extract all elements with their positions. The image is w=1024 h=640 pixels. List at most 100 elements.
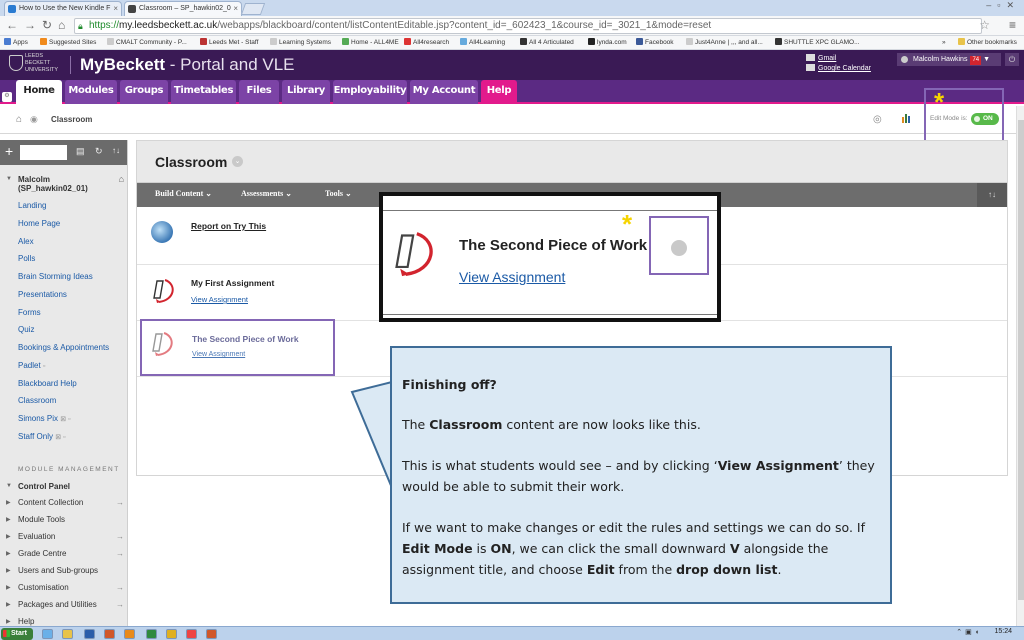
chrome-icon[interactable]: [186, 629, 197, 639]
content-item-title[interactable]: Report on Try This: [191, 221, 266, 231]
bookmark-all4learning[interactable]: All4Learning: [460, 36, 505, 49]
powerpoint-icon[interactable]: [206, 629, 217, 639]
folder-icon[interactable]: [62, 629, 73, 639]
reports-icon[interactable]: [902, 114, 911, 123]
powerpoint-icon[interactable]: [104, 629, 115, 639]
browser-tab-kindle[interactable]: How to Use the New Kindle F ×: [4, 1, 122, 16]
tab-library[interactable]: Library: [282, 80, 330, 104]
add-menu-item-icon[interactable]: +: [5, 143, 13, 159]
bookmark-leedsmet[interactable]: Leeds Met - Staff: [200, 36, 258, 49]
bookmark-all4me[interactable]: Home - ALL4ME: [342, 36, 399, 49]
forward-arrow-icon[interactable]: →: [24, 18, 36, 32]
cp-customisation[interactable]: ▶ Customisation →: [6, 583, 127, 592]
tab-modules[interactable]: Modules: [65, 80, 117, 104]
cp-module-tools[interactable]: ▶ Module Tools: [6, 515, 127, 524]
sidebar-item-home-page[interactable]: Home Page: [18, 219, 60, 228]
sidebar-item-polls[interactable]: Polls: [18, 254, 35, 263]
cp-evaluation[interactable]: ▶ Evaluation →: [6, 532, 127, 541]
vertical-scrollbar[interactable]: [1016, 106, 1024, 626]
cp-packages-utilities[interactable]: ▶ Packages and Utilities →: [6, 600, 127, 609]
window-controls[interactable]: –▫✕: [986, 0, 1020, 11]
home-icon[interactable]: ⌂: [16, 114, 22, 125]
sort-icon[interactable]: ↑↓: [112, 146, 120, 155]
bookmark-shuttle[interactable]: SHUTTLE XPC GLAMO...: [775, 36, 860, 49]
university-logo[interactable]: LEEDS BECKETT UNIVERSITY: [7, 53, 63, 77]
logout-icon[interactable]: ⏻: [1005, 53, 1019, 66]
bookmark-suggested[interactable]: Suggested Sites: [40, 36, 96, 49]
cp-users-subgroups[interactable]: ▶ Users and Sub-groups: [6, 566, 127, 575]
bookmark-star-icon[interactable]: ☆: [979, 18, 990, 32]
word-icon[interactable]: [84, 629, 95, 639]
tools-button[interactable]: Tools ⌄: [325, 189, 352, 198]
tab-help[interactable]: Help: [481, 80, 517, 104]
gear-icon[interactable]: ⚙: [2, 92, 12, 102]
bookmark-lynda[interactable]: lynda.com: [588, 36, 627, 49]
edit-mode-toggle[interactable]: ON: [971, 113, 999, 125]
browser-tab-classroom[interactable]: Classroom – SP_hawkin02_0 ×: [124, 1, 242, 16]
assessments-button[interactable]: Assessments ⌄: [241, 189, 292, 198]
excel-icon[interactable]: [146, 629, 157, 639]
bookmark-other[interactable]: Other bookmarks: [958, 36, 1017, 49]
bookmark-all4research[interactable]: All4research: [404, 36, 449, 49]
sidebar-item-brainstorming[interactable]: Brain Storming Ideas: [18, 272, 93, 281]
user-menu[interactable]: Malcolm Hawkins 74 ▼: [897, 53, 1001, 66]
sidebar-item-classroom[interactable]: Classroom: [18, 396, 56, 405]
sidebar-item-staff-only[interactable]: Staff Only ⊠ ▫: [18, 432, 66, 441]
sort-icon[interactable]: ↑↓: [977, 183, 1007, 207]
start-button[interactable]: Start: [1, 628, 33, 640]
tab-home[interactable]: Home: [16, 80, 62, 104]
refresh-icon[interactable]: ↻: [95, 146, 103, 157]
sidebar-item-padlet[interactable]: Padlet ▫: [18, 361, 45, 370]
folder-view-icon[interactable]: ▤: [76, 146, 85, 157]
bookmark-apps[interactable]: Apps: [4, 36, 28, 49]
sidebar-item-landing[interactable]: Landing: [18, 201, 46, 210]
tab-my-account[interactable]: My Account: [410, 80, 478, 104]
sidebar-item-alex[interactable]: Alex: [18, 237, 34, 246]
eye-icon[interactable]: ◎: [873, 114, 882, 125]
bookmark-just4anne[interactable]: Just4Anne | ,,, and all...: [686, 36, 763, 49]
google-calendar-link[interactable]: Google Calendar: [806, 64, 871, 72]
ie-icon[interactable]: [42, 629, 53, 639]
explorer-icon[interactable]: [166, 629, 177, 639]
control-panel-heading[interactable]: ▼ Control Panel: [6, 482, 127, 491]
tab-employability[interactable]: Employability: [333, 80, 407, 104]
scrollbar-thumb[interactable]: [1018, 120, 1024, 600]
cp-grade-centre[interactable]: ▶ Grade Centre →: [6, 549, 127, 558]
sidebar-item-simons-pix[interactable]: Simons Pix ⊠ ▫: [18, 414, 71, 423]
home-icon[interactable]: ⌂: [58, 18, 65, 32]
tab-groups[interactable]: Groups: [120, 80, 168, 104]
chevron-down-icon[interactable]: ⌄: [232, 156, 243, 167]
tab-timetables[interactable]: Timetables: [171, 80, 236, 104]
sidebar-item-bookings[interactable]: Bookings & Appointments: [18, 343, 109, 352]
outlook-icon[interactable]: [124, 629, 135, 639]
bookmark-all4articulated[interactable]: All 4 Articulated: [520, 36, 574, 49]
breadcrumb-current[interactable]: Classroom: [51, 115, 92, 124]
sidebar-item-quiz[interactable]: Quiz: [18, 325, 34, 334]
bookmark-facebook[interactable]: Facebook: [636, 36, 674, 49]
new-tab-button[interactable]: [240, 3, 266, 15]
close-icon[interactable]: ×: [113, 2, 118, 15]
course-title[interactable]: ▼ Malcolm (SP_hawkin02_01) ⌂: [6, 175, 127, 194]
reload-icon[interactable]: ↻: [42, 18, 52, 32]
bookmark-cmalt[interactable]: CMALT Community - P...: [107, 36, 187, 49]
build-content-button[interactable]: Build Content ⌄: [155, 189, 212, 198]
back-arrow-icon[interactable]: ←: [6, 18, 18, 32]
chevron-down-icon[interactable]: ◉: [30, 114, 38, 125]
browser-menu-icon[interactable]: ≡: [1009, 18, 1016, 32]
home-icon[interactable]: ⌂: [119, 175, 124, 184]
cp-content-collection[interactable]: ▶ Content Collection →: [6, 498, 127, 507]
cp-help[interactable]: ▶ Help: [6, 617, 127, 626]
course-menu-input[interactable]: [20, 145, 67, 160]
system-tray[interactable]: ⌃▣◖: [956, 628, 982, 636]
content-item-title[interactable]: My First Assignment: [191, 278, 274, 288]
view-assignment-link[interactable]: View Assignment: [192, 351, 245, 358]
bookmarks-overflow[interactable]: »: [942, 36, 946, 49]
content-item-title[interactable]: The Second Piece of Work: [192, 334, 299, 344]
view-assignment-link[interactable]: View Assignment: [191, 295, 248, 304]
sidebar-item-forms[interactable]: Forms: [18, 308, 41, 317]
close-icon[interactable]: ×: [233, 2, 238, 15]
tab-files[interactable]: Files: [239, 80, 279, 104]
sidebar-item-presentations[interactable]: Presentations: [18, 290, 67, 299]
gmail-link[interactable]: Gmail: [806, 54, 836, 62]
bookmark-learning[interactable]: Learning Systems: [270, 36, 331, 49]
